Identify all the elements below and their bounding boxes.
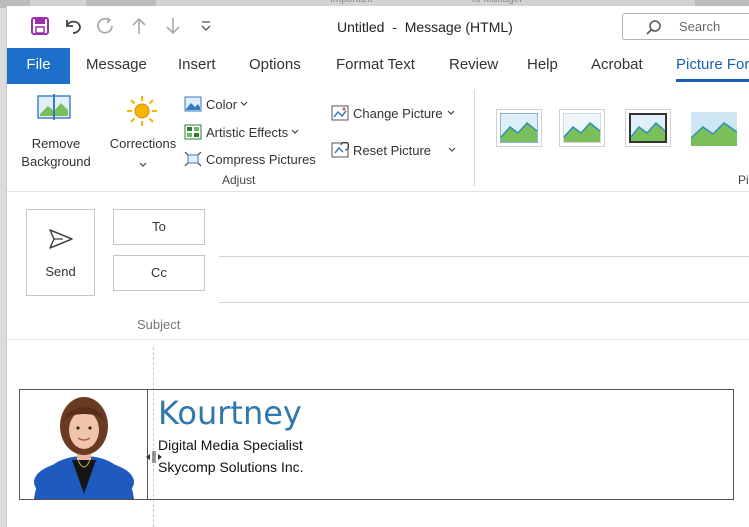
send-label: Send	[45, 264, 76, 279]
compress-pictures-icon	[184, 151, 202, 167]
change-picture-chevron-down-icon	[447, 110, 455, 115]
signature-photo-cell[interactable]	[20, 390, 148, 499]
tab-file[interactable]: File	[7, 48, 70, 84]
search-box[interactable]: Search	[622, 13, 749, 40]
tab-review[interactable]: Review	[449, 48, 498, 84]
artistic-effects-button[interactable]: Artistic Effects	[184, 124, 304, 140]
signature-title: Digital Media Specialist	[158, 437, 303, 453]
artistic-effects-chevron-down-icon	[291, 129, 299, 134]
ribbon-tabs: File Message Insert Options Format Text …	[7, 48, 749, 84]
adjust-group-label: Adjust	[222, 173, 256, 187]
subject-label: Subject	[137, 317, 181, 332]
group-divider	[474, 90, 475, 186]
column-resize-cursor-icon	[145, 450, 163, 469]
tab-format-text[interactable]: Format Text	[336, 48, 415, 84]
picture-style-2[interactable]	[559, 109, 605, 147]
signature-table[interactable]: Kourtney Digital Media Specialist Skycom…	[19, 389, 734, 500]
corrections-button[interactable]: Corrections	[105, 135, 181, 153]
artistic-effects-label: Artistic Effects	[206, 124, 289, 140]
tab-picture-format[interactable]: Picture Format	[676, 48, 749, 84]
up-arrow-icon[interactable]	[127, 14, 151, 38]
change-picture-label: Change Picture	[353, 105, 443, 121]
remove-background-button[interactable]: Remove Background	[13, 135, 99, 171]
compress-pictures-label: Compress Pictures	[206, 151, 316, 167]
profile-photo[interactable]	[20, 390, 148, 499]
window-title: Untitled - Message (HTML)	[337, 19, 513, 35]
undo-icon[interactable]	[60, 14, 86, 38]
tab-help[interactable]: Help	[527, 48, 558, 84]
color-label: Color	[206, 96, 238, 112]
corrections-icon	[125, 94, 159, 133]
title-bar: Untitled - Message (HTML) Search	[7, 6, 749, 48]
tab-picture-format-label: Picture Format	[676, 56, 749, 73]
reset-picture-label: Reset Picture	[353, 142, 432, 158]
save-icon[interactable]	[27, 14, 53, 38]
change-picture-button[interactable]: Change Picture	[331, 105, 460, 121]
picture-styles-group-label: Pi	[738, 173, 749, 187]
color-chevron-down-icon	[240, 101, 248, 106]
picture-style-1[interactable]	[496, 109, 542, 147]
send-icon	[48, 228, 74, 255]
tab-message[interactable]: Message	[86, 48, 147, 84]
ribbon-panel: Remove Background Corrections Color Arti…	[7, 84, 749, 192]
picture-style-4[interactable]	[688, 109, 738, 147]
message-window: Untitled - Message (HTML) Search File Me…	[6, 6, 749, 527]
compose-area: Send To Cc Subject Kourtney Digital Medi…	[7, 192, 749, 527]
picture-style-3[interactable]	[625, 109, 671, 147]
send-button[interactable]: Send	[26, 209, 95, 296]
customize-qat-icon[interactable]	[197, 14, 215, 38]
artistic-effects-icon	[184, 124, 202, 140]
remove-background-icon	[37, 92, 71, 127]
to-field[interactable]	[219, 256, 749, 257]
to-button[interactable]: To	[113, 209, 205, 245]
reset-picture-icon	[331, 142, 349, 158]
signature-name: Kourtney	[158, 394, 302, 432]
change-picture-icon	[331, 105, 349, 121]
color-button[interactable]: Color	[184, 96, 253, 112]
redo-icon[interactable]	[93, 14, 119, 38]
cc-button[interactable]: Cc	[113, 255, 205, 291]
compress-pictures-button[interactable]: Compress Pictures	[184, 151, 316, 167]
cc-field[interactable]	[219, 302, 749, 303]
corrections-chevron-down-icon	[138, 156, 148, 174]
down-arrow-icon[interactable]	[161, 14, 185, 38]
search-icon	[645, 19, 663, 42]
signature-company: Skycomp Solutions Inc.	[158, 459, 304, 475]
tab-options[interactable]: Options	[249, 48, 301, 84]
tab-acrobat[interactable]: Acrobat	[591, 48, 643, 84]
reset-picture-chevron-down-icon	[448, 147, 456, 152]
search-placeholder: Search	[679, 19, 721, 34]
subject-field[interactable]	[7, 339, 749, 340]
tab-insert[interactable]: Insert	[178, 48, 216, 84]
reset-picture-button[interactable]: Reset Picture	[331, 142, 461, 158]
color-icon	[184, 96, 202, 112]
